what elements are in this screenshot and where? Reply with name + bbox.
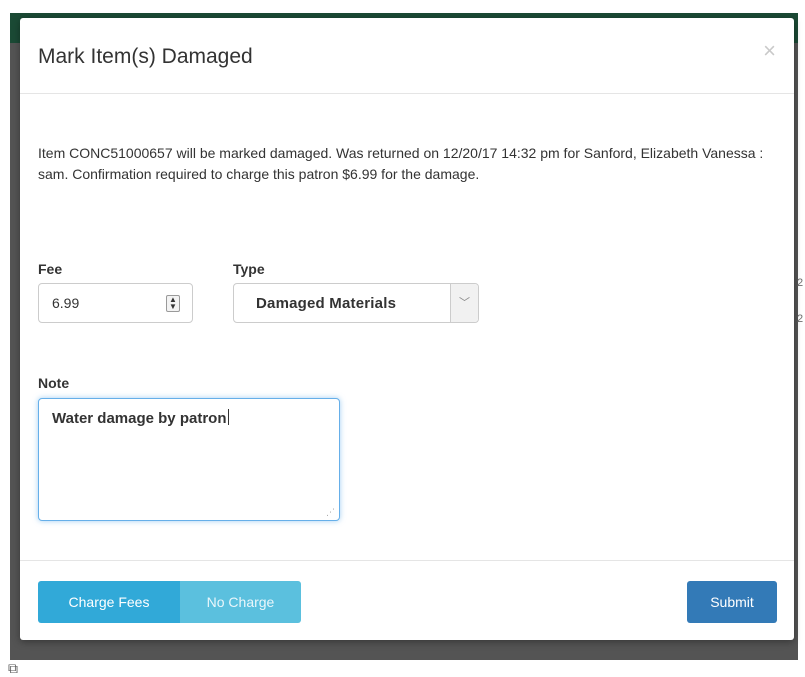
modal-header: Mark Item(s) Damaged ×	[20, 18, 794, 94]
no-charge-button[interactable]: No Charge	[180, 581, 301, 623]
modal-title: Mark Item(s) Damaged	[38, 45, 253, 68]
fee-label: Fee	[38, 261, 63, 277]
number-spinner-icon[interactable]: ▲ ▼	[166, 295, 180, 312]
background-text: 2	[797, 277, 804, 289]
fee-value: 6.99	[52, 295, 80, 311]
fee-input[interactable]: 6.99 ▲ ▼	[38, 283, 193, 323]
modal-footer: Charge Fees No Charge Submit	[20, 560, 794, 640]
charge-fees-button[interactable]: Charge Fees	[38, 581, 180, 623]
type-label: Type	[233, 261, 265, 277]
note-text: Water damage by patron	[52, 409, 230, 427]
chevron-down-icon[interactable]: ﹀	[450, 284, 478, 322]
submit-button[interactable]: Submit	[687, 581, 777, 623]
type-select[interactable]: Damaged Materials ﹀	[233, 283, 479, 323]
type-selected-value: Damaged Materials	[256, 295, 397, 312]
damage-message: Item CONC51000657 will be marked damaged…	[38, 145, 764, 182]
background-text: 2	[797, 313, 804, 325]
window-restore-icon: ⧉	[8, 660, 18, 676]
note-textarea[interactable]: Water damage by patron ⋰	[38, 398, 340, 521]
note-label: Note	[38, 375, 70, 391]
damaged-item-dialog: Mark Item(s) Damaged × Item CONC51000657…	[20, 18, 794, 640]
resize-handle-icon[interactable]: ⋰	[326, 508, 335, 517]
close-icon[interactable]: ×	[763, 40, 776, 62]
